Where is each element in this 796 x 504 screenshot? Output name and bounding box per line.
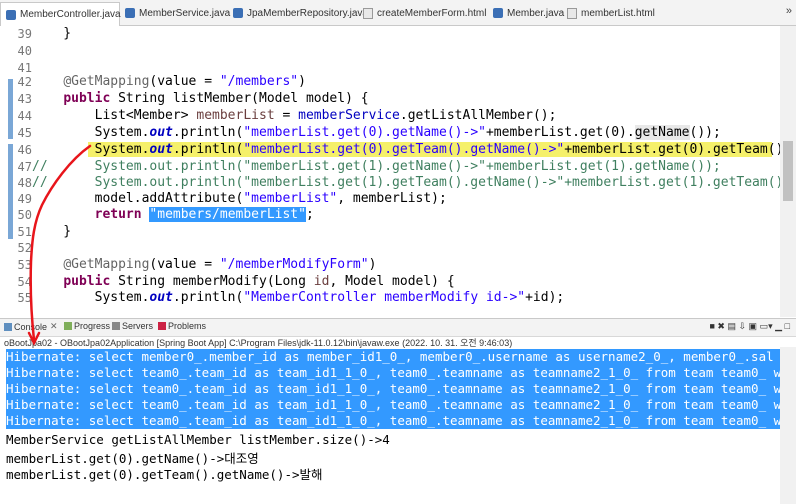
line-number: 53 xyxy=(17,258,32,272)
tab-label: createMemberForm.html xyxy=(377,7,487,19)
tab-member[interactable]: Member.java xyxy=(488,3,564,23)
code-line: System.out.println("memberList.get(0).ge… xyxy=(32,125,721,140)
editor-tab-bar: MemberController.java ✕ MemberService.ja… xyxy=(0,0,796,26)
editor-vertical-scrollbar[interactable] xyxy=(780,26,796,317)
tab-label: Console xyxy=(14,321,48,332)
code-line: @GetMapping(value = "/members") xyxy=(63,74,306,89)
tab-label: Problems xyxy=(168,321,207,331)
close-icon[interactable]: ✕ xyxy=(50,321,58,332)
display-console-icon[interactable]: ▭▾ xyxy=(760,321,773,331)
console-line: memberList.get(0).getTeam().getName()->발… xyxy=(6,467,323,482)
tab-servers[interactable]: Servers xyxy=(112,321,153,331)
code-line: System.out.println("memberList.get(0).ge… xyxy=(32,142,796,157)
servers-icon xyxy=(112,322,120,330)
code-line: @GetMapping(value = "/memberModifyForm") xyxy=(63,257,377,272)
console-line: MemberService getListAllMember listMembe… xyxy=(6,432,390,447)
line-number: 52 xyxy=(17,241,32,255)
code-line: model.addAttribute("memberList", memberL… xyxy=(32,191,447,206)
line-number: 40 xyxy=(17,44,32,58)
tab-label: memberList.html xyxy=(581,7,655,19)
line-number: 50 xyxy=(17,208,32,222)
console-line: Hibernate: select team0_.team_id as team… xyxy=(6,413,780,429)
line-number: 44 xyxy=(17,109,32,123)
scroll-lock-icon[interactable]: ⇩ xyxy=(738,321,746,331)
tab-jpa-member-repository[interactable]: JpaMemberRepository.java xyxy=(228,3,368,23)
console-icon xyxy=(4,322,12,331)
tab-member-controller[interactable]: MemberController.java ✕ xyxy=(0,2,132,26)
remove-launch-icon[interactable]: ✖ xyxy=(717,321,725,331)
line-number: 42 xyxy=(17,75,32,89)
tab-label: Servers xyxy=(122,321,154,331)
console-line: Hibernate: select team0_.team_id as team… xyxy=(6,397,780,413)
tab-label: MemberService.java xyxy=(139,7,231,19)
tab-overflow-button[interactable]: » xyxy=(786,5,792,17)
line-number: 39 xyxy=(17,27,32,41)
line-number: 54 xyxy=(17,275,32,289)
tab-console[interactable]: Console ✕ xyxy=(4,321,58,332)
line-number: 46 xyxy=(17,143,32,157)
line-number: 47 xyxy=(17,160,32,174)
tab-progress[interactable]: Progress xyxy=(64,321,110,331)
tab-problems[interactable]: Problems xyxy=(158,321,206,331)
console-line: Hibernate: select team0_.team_id as team… xyxy=(6,381,780,397)
line-number: 48 xyxy=(17,176,32,190)
code-line: // System.out.println("memberList.get(1)… xyxy=(32,175,796,190)
line-number: 51 xyxy=(17,225,32,239)
line-number: 41 xyxy=(17,61,32,75)
minimize-icon[interactable]: ▁ xyxy=(775,321,782,331)
java-file-icon xyxy=(125,8,135,18)
code-line: } xyxy=(32,224,72,239)
tab-label: MemberController.java xyxy=(20,9,121,20)
stop-icon[interactable]: ■ xyxy=(709,321,714,331)
tab-member-list-html[interactable]: memberList.html xyxy=(562,3,655,23)
line-number: 55 xyxy=(17,291,32,305)
pin-console-icon[interactable]: ▣ xyxy=(749,321,758,331)
tab-label: Progress xyxy=(74,321,111,331)
java-file-icon xyxy=(233,8,243,18)
java-file-icon xyxy=(6,9,16,20)
console-output[interactable]: Hibernate: select member0_.member_id as … xyxy=(0,347,780,504)
code-line: List<Member> memberList = memberService.… xyxy=(32,108,557,123)
scrollbar-thumb[interactable] xyxy=(783,141,793,201)
code-line: public String listMember(Model model) { xyxy=(63,91,369,106)
tab-create-member-form[interactable]: createMemberForm.html xyxy=(358,3,486,23)
code-editor[interactable]: 39 40 41 42 43 44 45 46 47 48 49 50 51 5… xyxy=(0,26,796,317)
code-line: } xyxy=(32,26,72,41)
code-line: System.out.println("MemberController mem… xyxy=(32,290,565,305)
progress-icon xyxy=(64,322,72,330)
clear-console-icon[interactable]: ▤ xyxy=(727,321,736,331)
console-vertical-scrollbar[interactable] xyxy=(780,347,796,504)
tab-label: JpaMemberRepository.java xyxy=(247,7,368,19)
console-line: Hibernate: select team0_.team_id as team… xyxy=(6,365,780,381)
code-line: return "members/memberList"; xyxy=(94,207,314,222)
java-file-icon xyxy=(493,8,503,18)
line-number: 45 xyxy=(17,126,32,140)
tab-label: Member.java xyxy=(507,7,565,19)
problems-icon xyxy=(158,322,166,330)
tab-member-service[interactable]: MemberService.java xyxy=(120,3,230,23)
line-number: 43 xyxy=(17,92,32,106)
code-line: public String memberModify(Long id, Mode… xyxy=(63,274,455,289)
html-file-icon xyxy=(567,7,577,19)
code-line: // System.out.println("memberList.get(1)… xyxy=(32,159,721,174)
html-file-icon xyxy=(363,7,373,19)
console-line: Hibernate: select member0_.member_id as … xyxy=(6,349,780,365)
console-toolbar: ■ ✖ ▤ ⇩ ▣ ▭▾ ▁ □ xyxy=(709,321,790,332)
maximize-icon[interactable]: □ xyxy=(785,321,790,331)
line-number: 49 xyxy=(17,192,32,206)
console-tab-bar: Console ✕ Progress Servers Problems ■ ✖ … xyxy=(0,318,796,337)
overview-ruler xyxy=(0,26,8,317)
